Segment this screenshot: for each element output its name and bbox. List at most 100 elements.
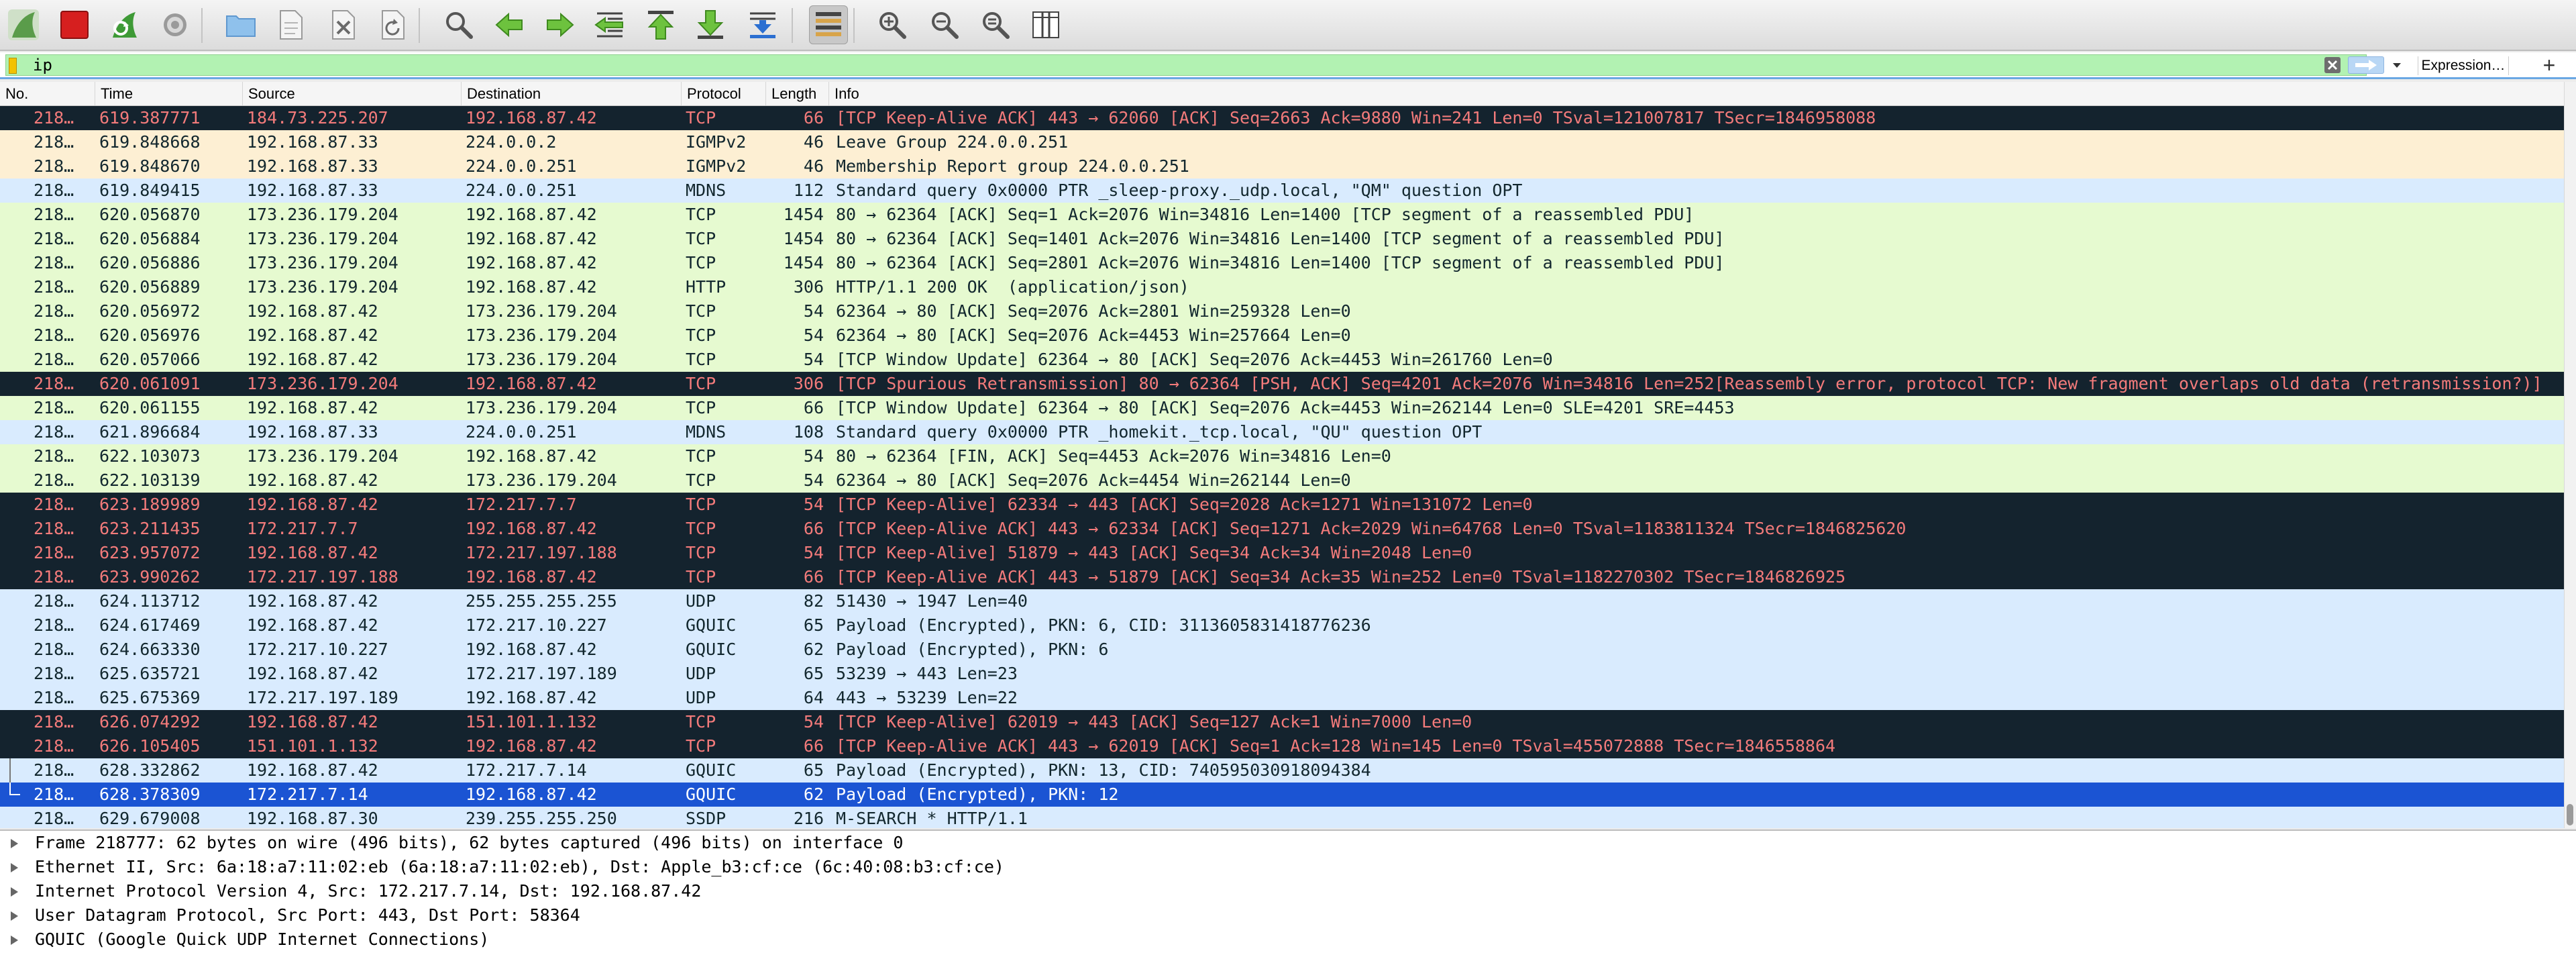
packet-time: 620.056972	[99, 301, 201, 321]
packet-row[interactable]: 218… 620.056889 173.236.179.204 192.168.87.…	[0, 275, 2564, 299]
expand-arrow-icon[interactable]	[11, 887, 18, 897]
packet-info: Payload (Encrypted), PKN: 13, CID: 74059…	[836, 760, 1371, 780]
expand-arrow-icon[interactable]	[11, 911, 18, 921]
clear-filter-icon[interactable]	[2324, 56, 2341, 74]
packet-no: 218…	[34, 325, 74, 345]
packet-row[interactable]: 218… 619.848670 192.168.87.33 224.0.0.251 IG…	[0, 154, 2564, 179]
packet-row[interactable]: 218… 620.056884 173.236.179.204 192.168.87.…	[0, 227, 2564, 251]
packet-row[interactable]: 218… 623.990262 172.217.197.188 192.168.87.…	[0, 565, 2564, 589]
packet-list-scrollbar[interactable]	[2564, 82, 2576, 828]
column-header-no[interactable]: No.	[0, 82, 95, 105]
column-header-destination[interactable]: Destination	[462, 82, 682, 105]
go-forward-button[interactable]	[541, 5, 580, 44]
bookmark-icon[interactable]	[9, 58, 17, 74]
detail-tree-item[interactable]: Internet Protocol Version 4, Src: 172.21…	[0, 879, 2576, 903]
packet-row[interactable]: 218… 626.105405 151.101.1.132 192.168.87.42…	[0, 734, 2564, 758]
detail-tree-item[interactable]: Frame 218777: 62 bytes on wire (496 bits…	[0, 831, 2576, 855]
capture-options-button[interactable]	[156, 5, 195, 44]
resize-columns-button[interactable]	[1026, 5, 1065, 44]
detail-tree-item[interactable]: User Datagram Protocol, Src Port: 443, D…	[0, 903, 2576, 927]
packet-time: 626.105405	[99, 736, 201, 756]
close-file-button[interactable]	[323, 5, 362, 44]
packet-row[interactable]: 218… 623.189989 192.168.87.42 172.217.7.7 TC…	[0, 493, 2564, 517]
packet-row[interactable]: 218… 623.211435 172.217.7.7 192.168.87.42 TC…	[0, 517, 2564, 541]
packet-row[interactable]: 218… 620.061091 173.236.179.204 192.168.87.…	[0, 372, 2564, 396]
colorize-button[interactable]	[809, 5, 848, 44]
packet-row[interactable]: 218… 620.057066 192.168.87.42 173.236.179.2…	[0, 348, 2564, 372]
detail-tree-item-label: Frame 218777: 62 bytes on wire (496 bits…	[35, 833, 904, 852]
packet-row[interactable]: 218… 628.332862 192.168.87.42 172.217.7.14 G…	[0, 758, 2564, 783]
detail-tree-item-label: User Datagram Protocol, Src Port: 443, D…	[35, 905, 580, 925]
packet-destination: 255.255.255.255	[466, 591, 617, 611]
save-file-button[interactable]	[271, 5, 310, 44]
packet-time: 620.056886	[99, 253, 201, 272]
packet-row[interactable]: 218… 621.896684 192.168.87.33 224.0.0.251 MD…	[0, 420, 2564, 444]
packet-row-selected[interactable]: 218… 628.378309 172.217.7.14 192.168.87.42 G…	[0, 783, 2564, 807]
packet-length: 62	[803, 640, 824, 659]
packet-row[interactable]: 218… 625.675369 172.217.197.189 192.168.87.…	[0, 686, 2564, 710]
packet-time: 620.056870	[99, 205, 201, 224]
packet-row[interactable]: 218… 620.056976 192.168.87.42 173.236.179.2…	[0, 323, 2564, 348]
detail-tree-item[interactable]: GQUIC (Google Quick UDP Internet Connect…	[0, 927, 2576, 952]
packet-row[interactable]: 218… 629.679008 192.168.87.30 239.255.255.2…	[0, 807, 2564, 828]
packet-length: 54	[803, 325, 824, 345]
apply-filter-icon[interactable]	[2348, 56, 2384, 74]
packet-row[interactable]: 218… 624.663330 172.217.10.227 192.168.87.4…	[0, 638, 2564, 662]
go-back-button[interactable]	[490, 5, 529, 44]
find-packet-button[interactable]	[439, 5, 478, 44]
display-filter-input[interactable]: ip	[5, 54, 2367, 76]
chevron-down-icon[interactable]	[2388, 56, 2406, 74]
zoom-in-button[interactable]	[872, 5, 911, 44]
packet-row[interactable]: 218… 619.387771 184.73.225.207 192.168.87.4…	[0, 106, 2564, 130]
packet-no: 218…	[34, 495, 74, 514]
add-filter-button[interactable]: +	[2530, 54, 2568, 77]
packet-row[interactable]: 218… 620.056972 192.168.87.42 173.236.179.2…	[0, 299, 2564, 323]
packet-source: 173.236.179.204	[247, 253, 398, 272]
column-header-length[interactable]: Length	[766, 82, 829, 105]
packet-info: [TCP Keep-Alive] 51879 → 443 [ACK] Seq=3…	[836, 543, 1472, 562]
column-header-time[interactable]: Time	[95, 82, 243, 105]
packet-row[interactable]: 218… 623.957072 192.168.87.42 172.217.197.1…	[0, 541, 2564, 565]
packet-time: 623.957072	[99, 543, 201, 562]
scrollbar-thumb[interactable]	[2567, 804, 2573, 825]
normal-size-button[interactable]	[975, 5, 1014, 44]
reload-file-button[interactable]	[373, 5, 412, 44]
packet-row[interactable]: 218… 619.849415 192.168.87.33 224.0.0.251 MD…	[0, 179, 2564, 203]
packet-destination: 224.0.0.251	[466, 156, 577, 176]
stop-capture-button[interactable]	[55, 5, 94, 44]
go-to-packet-button[interactable]	[590, 5, 629, 44]
detail-tree-item[interactable]: Ethernet II, Src: 6a:18:a7:11:02:eb (6a:…	[0, 855, 2576, 879]
expand-arrow-icon[interactable]	[11, 863, 18, 872]
packet-info: Leave Group 224.0.0.251	[836, 132, 1069, 152]
packet-list[interactable]: 218… 619.387771 184.73.225.207 192.168.87.4…	[0, 106, 2564, 828]
packet-row[interactable]: 218… 624.617469 192.168.87.42 172.217.10.22…	[0, 613, 2564, 638]
go-last-packet-button[interactable]	[691, 5, 730, 44]
display-filter-text[interactable]: ip	[33, 55, 52, 75]
packet-row[interactable]: 218… 624.113712 192.168.87.42 255.255.255.2…	[0, 589, 2564, 613]
packet-row[interactable]: 218… 619.848668 192.168.87.33 224.0.0.2 IGMP…	[0, 130, 2564, 154]
auto-scroll-button[interactable]	[743, 5, 782, 44]
packet-row[interactable]: 218… 625.635721 192.168.87.42 172.217.197.1…	[0, 662, 2564, 686]
packet-row[interactable]: 218… 620.056886 173.236.179.204 192.168.87.…	[0, 251, 2564, 275]
restart-capture-button[interactable]	[105, 5, 144, 44]
packet-row[interactable]: 218… 620.056870 173.236.179.204 192.168.87.…	[0, 203, 2564, 227]
go-first-packet-button[interactable]	[641, 5, 680, 44]
toolbar-separator	[853, 8, 855, 43]
open-file-button[interactable]	[221, 5, 260, 44]
column-header-info[interactable]: Info	[829, 82, 2564, 105]
start-capture-button[interactable]	[4, 5, 43, 44]
packet-protocol: TCP	[686, 567, 716, 587]
packet-source: 192.168.87.42	[247, 301, 378, 321]
column-header-protocol[interactable]: Protocol	[682, 82, 766, 105]
expression-button[interactable]: Expression…	[2418, 56, 2509, 75]
expand-arrow-icon[interactable]	[11, 936, 18, 945]
packet-row[interactable]: 218… 622.103073 173.236.179.204 192.168.87.…	[0, 444, 2564, 468]
packet-length: 64	[803, 688, 824, 707]
column-header-source[interactable]: Source	[243, 82, 462, 105]
packet-row[interactable]: 218… 620.061155 192.168.87.42 173.236.179.2…	[0, 396, 2564, 420]
zoom-out-button[interactable]	[924, 5, 963, 44]
packet-row[interactable]: 218… 622.103139 192.168.87.42 173.236.179.2…	[0, 468, 2564, 493]
packet-destination: 151.101.1.132	[466, 712, 597, 732]
expand-arrow-icon[interactable]	[11, 839, 18, 848]
packet-row[interactable]: 218… 626.074292 192.168.87.42 151.101.1.132…	[0, 710, 2564, 734]
